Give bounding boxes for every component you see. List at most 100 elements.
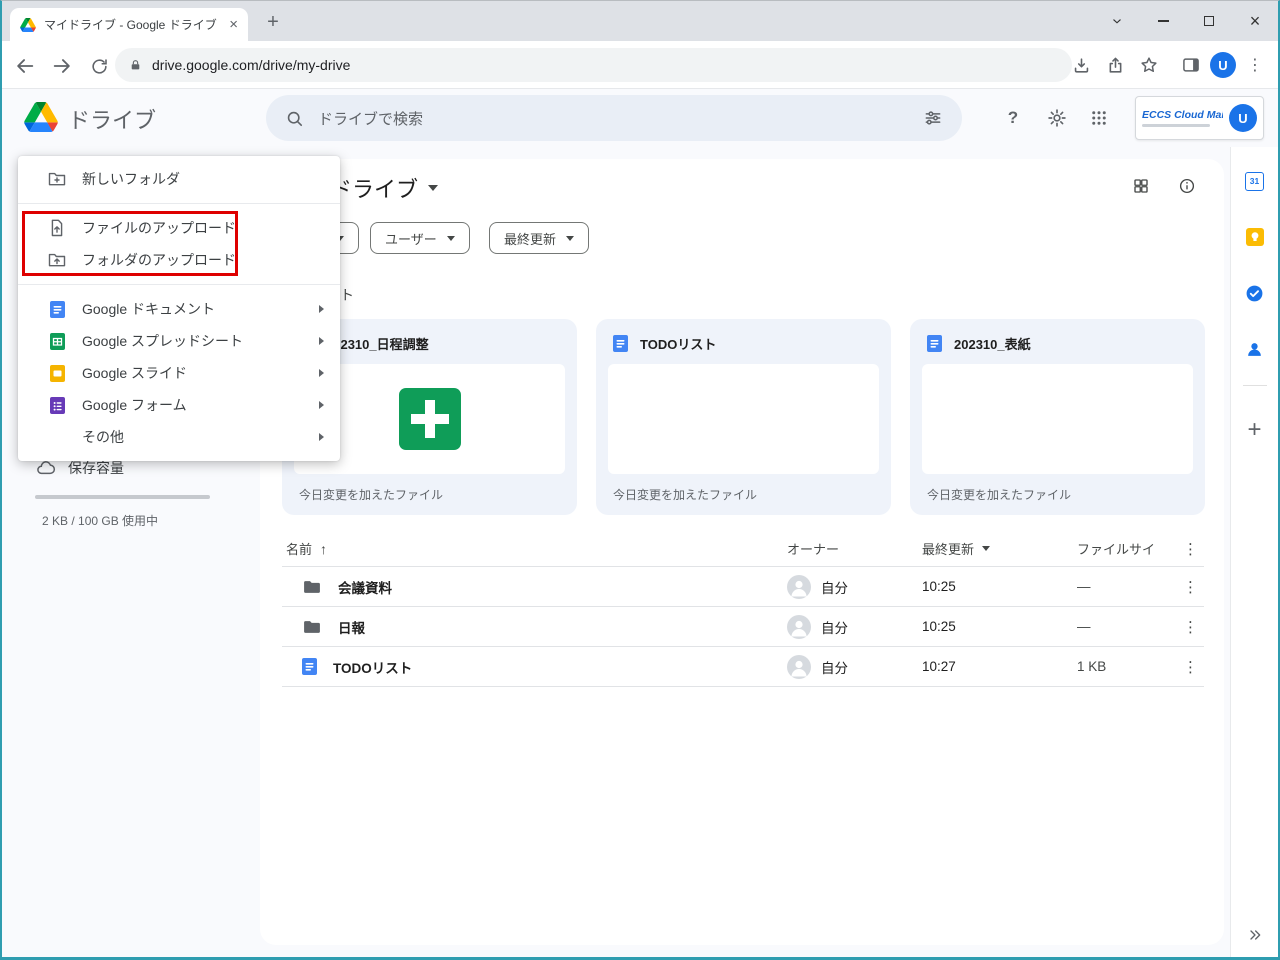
tasks-icon[interactable] <box>1231 265 1279 321</box>
slides-icon <box>47 363 67 383</box>
menu-item-google-slides[interactable]: Google スライド <box>18 357 340 389</box>
file-name: 日報 <box>338 620 365 636</box>
folder-icon <box>302 617 322 637</box>
row-actions-kebab-icon[interactable]: ⋮ <box>1183 658 1198 676</box>
side-panel-divider <box>1242 385 1267 386</box>
file-card[interactable]: TODOリスト 今日変更を加えたファイル <box>596 319 891 515</box>
submenu-arrow-icon <box>319 433 324 441</box>
menu-item-more[interactable]: その他 <box>18 421 340 453</box>
browser-menu-kebab-icon[interactable]: ⋮ <box>1240 50 1270 80</box>
new-tab-button[interactable]: + <box>260 9 286 35</box>
table-row[interactable]: 日報 自分 10:25 — ⋮ <box>282 607 1204 647</box>
row-actions-kebab-icon[interactable]: ⋮ <box>1183 578 1198 596</box>
file-size: 1 KB <box>1077 659 1107 674</box>
forward-button[interactable] <box>49 53 75 79</box>
add-addon-plus-icon[interactable]: + <box>1247 410 1261 450</box>
info-icon[interactable] <box>1178 177 1196 195</box>
tab-close-icon[interactable]: × <box>229 17 238 32</box>
file-card-title: TODOリスト <box>640 337 717 352</box>
col-header-size[interactable]: ファイルサイ <box>1067 539 1177 558</box>
file-size: — <box>1077 619 1091 634</box>
menu-item-google-docs[interactable]: Google ドキュメント <box>18 293 340 325</box>
col-header-owner[interactable]: オーナー <box>787 539 922 558</box>
table-header-row: 名前 ↑ オーナー 最終更新 ファイルサイ ⋮ <box>282 531 1204 567</box>
submenu-arrow-icon <box>319 305 324 313</box>
row-actions-kebab-icon[interactable]: ⋮ <box>1183 618 1198 636</box>
storage-progress-bar <box>35 495 210 499</box>
search-input[interactable]: ドライブで検索 <box>266 95 962 141</box>
share-icon[interactable] <box>1100 50 1130 80</box>
side-panel-icon[interactable] <box>1176 50 1206 80</box>
expand-side-panel-icon[interactable] <box>1247 927 1263 943</box>
keep-icon[interactable] <box>1231 209 1279 265</box>
cloud-icon <box>36 458 56 478</box>
maximize-button[interactable] <box>1186 1 1232 41</box>
tab-search-chevron-icon[interactable] <box>1094 1 1140 41</box>
chevron-down-icon <box>982 546 991 551</box>
table-header-kebab-icon[interactable]: ⋮ <box>1183 540 1198 558</box>
calendar-icon[interactable]: 31 <box>1231 153 1279 209</box>
account-badge[interactable]: ECCS Cloud Mail U <box>1135 96 1264 140</box>
suggestions-section-label-partial: ト <box>340 287 354 303</box>
account-avatar[interactable]: U <box>1229 104 1257 132</box>
drive-logo-icon[interactable] <box>24 102 58 132</box>
search-icon[interactable] <box>285 109 304 128</box>
filter-chip-modified-label: 最終更新 <box>504 231 557 247</box>
back-button[interactable] <box>12 53 38 79</box>
google-apps-grid-icon[interactable] <box>1087 106 1111 130</box>
window-controls: × <box>1094 1 1278 41</box>
lock-icon <box>129 58 142 72</box>
menu-item-label: Google スプレッドシート <box>82 333 244 349</box>
col-header-name[interactable]: 名前 <box>286 539 312 558</box>
docs-icon <box>302 658 317 675</box>
col-header-modified[interactable]: 最終更新 <box>922 539 974 558</box>
browser-profile-avatar[interactable]: U <box>1210 52 1236 78</box>
sheets-large-icon <box>398 388 461 450</box>
close-window-button[interactable]: × <box>1232 1 1278 41</box>
filter-chip-user[interactable]: ユーザー <box>370 222 470 254</box>
file-upload-icon <box>47 218 67 238</box>
chevron-down-icon <box>566 235 575 241</box>
menu-item-new-folder[interactable]: 新しいフォルダ <box>18 163 340 195</box>
file-card[interactable]: 202310_表紙 今日変更を加えたファイル <box>910 319 1205 515</box>
suggested-files: 202310_日程調整 今日変更を加えたファイル TODOリスト 今日変更を加え… <box>282 319 1205 515</box>
file-name: TODOリスト <box>333 660 413 676</box>
menu-item-google-sheets[interactable]: Google スプレッドシート <box>18 325 340 357</box>
menu-item-label: その他 <box>82 429 124 445</box>
menu-item-label: 新しいフォルダ <box>82 171 180 187</box>
download-icon[interactable] <box>1066 50 1096 80</box>
filter-chip-modified[interactable]: 最終更新 <box>489 222 590 254</box>
owner-name: 自分 <box>821 580 848 596</box>
owner-avatar <box>787 654 811 679</box>
owner-name: 自分 <box>821 660 848 676</box>
help-icon[interactable]: ? <box>1001 106 1025 130</box>
file-card-caption: 今日変更を加えたファイル <box>613 488 758 502</box>
filter-chip-user-label: ユーザー <box>385 231 437 247</box>
browser-tab[interactable]: マイドライブ - Google ドライブ × <box>10 8 248 41</box>
menu-divider <box>18 284 340 285</box>
table-row[interactable]: TODOリスト 自分 10:27 1 KB ⋮ <box>282 647 1204 687</box>
settings-gear-icon[interactable] <box>1045 106 1069 130</box>
storage-usage-text: 2 KB / 100 GB 使用中 <box>42 514 159 528</box>
bookmark-star-icon[interactable] <box>1134 50 1164 80</box>
file-size: — <box>1077 579 1091 594</box>
file-card-thumbnail <box>922 364 1193 474</box>
table-row[interactable]: 会議資料 自分 10:25 — ⋮ <box>282 567 1204 607</box>
forms-icon <box>47 395 67 415</box>
address-bar[interactable]: drive.google.com/drive/my-drive <box>115 48 1072 82</box>
minimize-button[interactable] <box>1140 1 1186 41</box>
contacts-icon[interactable] <box>1231 321 1279 377</box>
grid-view-icon[interactable] <box>1132 177 1150 195</box>
folder-plus-icon <box>47 169 67 189</box>
google-side-panel: 31 + <box>1230 147 1278 957</box>
storage-section[interactable]: 保存容量 <box>36 458 124 478</box>
toolbar-actions: U ⋮ <box>1066 48 1270 82</box>
chevron-down-icon <box>446 235 455 241</box>
menu-item-file-upload[interactable]: ファイルのアップロード <box>18 212 340 244</box>
menu-divider <box>18 203 340 204</box>
menu-item-folder-upload[interactable]: フォルダのアップロード <box>18 244 340 276</box>
search-options-tune-icon[interactable] <box>923 108 943 128</box>
docs-icon <box>47 299 67 319</box>
reload-button[interactable] <box>86 53 112 79</box>
menu-item-google-forms[interactable]: Google フォーム <box>18 389 340 421</box>
